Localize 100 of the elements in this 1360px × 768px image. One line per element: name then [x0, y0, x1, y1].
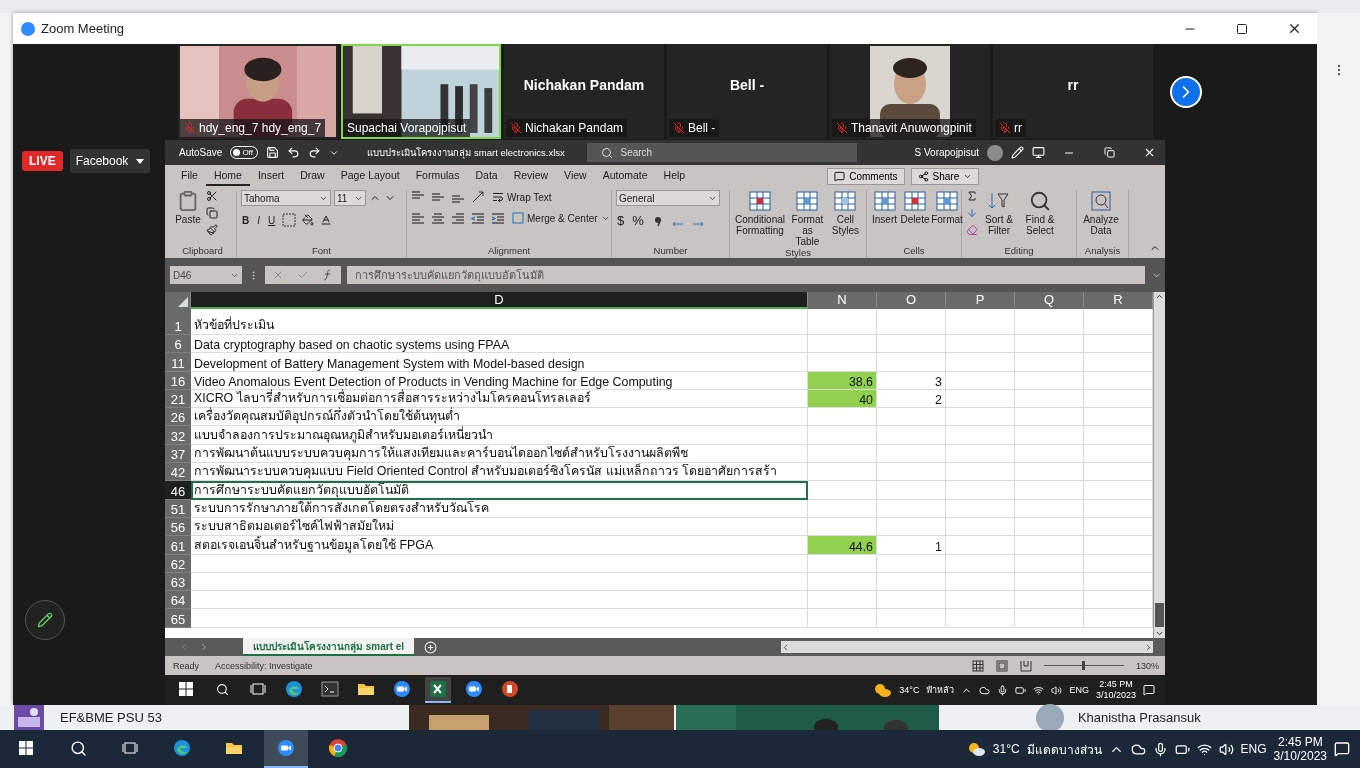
cell-styles-button[interactable]: Cell Styles	[828, 190, 862, 247]
column-header[interactable]: R	[1084, 292, 1153, 309]
ribbon-tab[interactable]: Help	[655, 166, 694, 186]
row-header[interactable]: 46	[165, 481, 191, 500]
group-label: Styles	[784, 247, 812, 260]
row-header[interactable]: 64	[165, 591, 191, 610]
paste-button[interactable]: Paste	[173, 190, 203, 245]
number-format-select[interactable]: General	[616, 190, 720, 206]
name-box[interactable]: D46	[170, 266, 242, 284]
row-header[interactable]: 65	[165, 609, 191, 628]
weather-condition: ฟ้าหลัว	[926, 684, 955, 697]
participant-tile[interactable]: Bell - Bell -	[667, 44, 827, 139]
group-label: Font	[311, 245, 332, 258]
column-header[interactable]: N	[808, 292, 877, 309]
participant-name: Khanistha Prasansuk	[1077, 710, 1201, 725]
temperature: 34°C	[899, 685, 920, 695]
analyze-data-button[interactable]: Analyze Data	[1081, 190, 1121, 245]
language-indicator[interactable]: ENG	[1069, 685, 1089, 695]
table-cell: 1	[877, 536, 946, 555]
table-cell: แบบจำลองการประมาณอุณหภูมิสำหรับมอเตอร์เหนี่ยวนำ	[191, 426, 808, 445]
table-cell: หัวข้อที่ประเมิน	[191, 309, 808, 335]
live-badge: LIVE	[22, 151, 63, 171]
ribbon-tab[interactable]: File	[173, 166, 206, 186]
table-cell: การศึกษาระบบคัดแยกวัตถุแบบอัตโนมัติ	[191, 481, 808, 500]
temperature: 31°C	[992, 742, 1020, 756]
live-platform-dropdown[interactable]: Facebook	[69, 149, 151, 173]
participant-label: Thanavit Anuwongpinit	[832, 119, 976, 137]
row-header[interactable]: 11	[165, 353, 191, 372]
formula-field[interactable]: การศึกษาระบบคัดแยกวัตถุแบบอัตโนมัติ	[347, 266, 1145, 284]
ribbon-tab[interactable]: Draw	[292, 166, 333, 186]
group-label: Analysis	[1083, 245, 1122, 258]
ribbon-tab[interactable]: Data	[467, 166, 506, 186]
participant-tile[interactable]: Nichakan Pandam Nichakan Pandam	[504, 44, 664, 139]
table-cell: Data cryptography based on chaotic systems using FPAA	[191, 335, 808, 354]
format-cells-button[interactable]: Format	[932, 190, 962, 245]
participant-label: Bell -	[669, 119, 720, 137]
table-cell: การพัฒนาระบบควบคุมแบบ Field Oriented Control สำหรับมอเตอร์ซิงโครนัส แม่เหล็กถาวร โดยอาศัยการสร้า	[191, 463, 808, 482]
column-header[interactable]: Q	[1015, 292, 1084, 309]
group-label: Clipboard	[181, 245, 224, 258]
ribbon-tab[interactable]: Review	[505, 166, 557, 186]
window-title: Zoom Meeting	[41, 21, 126, 36]
group-label: Editing	[1003, 245, 1035, 258]
ribbon-tab[interactable]: Formulas	[407, 166, 468, 186]
table-cell: 44.6	[808, 536, 877, 555]
zoom-level: 130%	[1135, 660, 1159, 671]
ribbon-tab[interactable]: Insert	[249, 166, 293, 186]
row-header[interactable]: 6	[165, 335, 191, 354]
ribbon-tab[interactable]: Automate	[594, 166, 656, 186]
participant-label: Nichakan Pandam	[506, 119, 628, 137]
row-header[interactable]: 61	[165, 536, 191, 555]
column-header[interactable]: D	[191, 292, 808, 309]
font-select[interactable]: Tahoma	[241, 190, 331, 206]
row-header[interactable]: 32	[165, 426, 191, 445]
wrap-text-button[interactable]: Wrap Text	[491, 191, 553, 203]
bold-button[interactable]: B	[241, 214, 251, 226]
participant-tile[interactable]: Supachai Vorapojpisut	[341, 44, 501, 139]
file-name: แบบประเมินโครงงานกลุ่ม smart electronics.xlsx	[367, 145, 565, 160]
participant-label: Supachai Vorapojpisut	[343, 119, 471, 137]
insert-cells-button[interactable]: Insert	[871, 190, 898, 245]
currency-button[interactable]: $	[616, 213, 626, 228]
participant-name: Nichakan Pandam	[523, 76, 645, 93]
search-field[interactable]: Search	[586, 143, 857, 162]
table-cell: เครื่องวัดคุณสมบัติอุปกรณ์กึ่งตัวนำโดยใช้ต้นทุนต่ำ	[191, 408, 808, 427]
share-button[interactable]: Share	[910, 167, 980, 185]
format-as-table-button[interactable]: Format as Table	[789, 190, 826, 247]
conditional-formatting-button[interactable]: Conditional Formatting	[734, 190, 786, 247]
ribbon-tab[interactable]: Page Layout	[332, 166, 408, 186]
table-cell: Development of Battery Management System with Model-based design	[191, 353, 808, 372]
delete-cells-button[interactable]: Delete	[901, 190, 929, 245]
sheet-tab[interactable]: แบบประเมินโครงงานกลุ่ม smart el	[243, 638, 415, 656]
group-label: Cells	[902, 245, 926, 258]
language-indicator[interactable]: ENG	[1240, 742, 1267, 756]
participant-name: rr	[1067, 76, 1079, 93]
participant-tile[interactable]: hdy_eng_7 hdy_eng_7	[178, 44, 338, 139]
row-header[interactable]: 1	[165, 309, 191, 335]
comments-button[interactable]: Comments	[827, 167, 905, 185]
font-size-select[interactable]: 11	[334, 190, 366, 206]
underline-button[interactable]: U	[267, 214, 277, 226]
column-header[interactable]: P	[946, 292, 1015, 309]
column-header[interactable]: O	[877, 292, 946, 309]
user-name: S Vorapojpisut	[914, 147, 979, 158]
sort-filter-button[interactable]: Sort & Filter	[981, 190, 1017, 245]
background-label: EF&BME PSU 53	[60, 710, 162, 725]
row-header[interactable]: 26	[165, 408, 191, 427]
ribbon-tab[interactable]: View	[556, 166, 595, 186]
participant-tile[interactable]: Thanavit Anuwongpinit	[830, 44, 990, 139]
clock[interactable]: 2:45 PM 3/10/2023	[1273, 734, 1327, 764]
clock[interactable]: 2:45 PM 3/10/2023	[1095, 679, 1136, 701]
group-label: Alignment	[486, 245, 532, 258]
participant-label: rr	[995, 119, 1026, 137]
italic-button[interactable]: I	[256, 214, 261, 226]
row-header[interactable]: 42	[165, 463, 191, 482]
table-cell: สตอเรจเอนจิ้นสำหรับฐานข้อมูลโดยใช้ FPGA	[191, 536, 808, 555]
autosave-label: AutoSave	[179, 147, 223, 158]
status-text: Ready	[173, 660, 199, 671]
find-select-button[interactable]: Find & Select	[1020, 190, 1060, 245]
participant-label: hdy_eng_7 hdy_eng_7	[180, 119, 326, 137]
accessibility-status[interactable]: Accessibility: Investigate	[215, 660, 313, 671]
percent-button[interactable]: %	[631, 213, 645, 228]
participant-tile[interactable]: rr rr	[993, 44, 1153, 139]
